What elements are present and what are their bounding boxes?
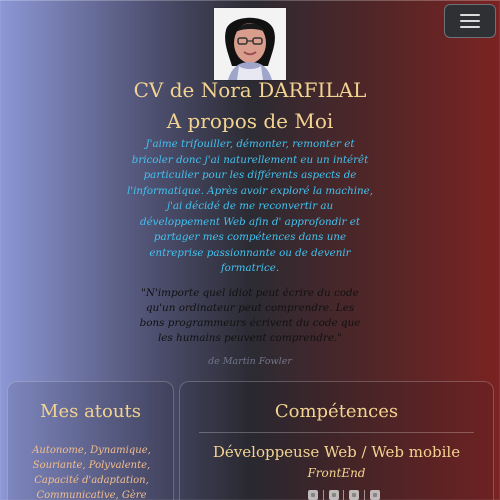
quote-text: "N'importe quel idiot peut écrire du cod… (139, 287, 361, 344)
about-description: J'aime trifouiller, démonter, remonter e… (127, 138, 373, 274)
css-icon (328, 490, 339, 500)
page-title: CV de Nora DARFILAL (133, 78, 367, 102)
skills-divider (199, 432, 474, 433)
quote-author: de Martin Fowler (208, 356, 292, 367)
javascript-icon (349, 490, 360, 500)
skills-separator (343, 490, 345, 500)
profile-photo (214, 8, 286, 80)
hamburger-menu-icon (460, 14, 480, 28)
role-title: Développeuse Web / Web mobile (212, 443, 461, 461)
assets-title: Mes atouts (40, 401, 141, 422)
assets-card: Mes atouts Autonome, Dynamique, Souriant… (7, 381, 174, 500)
php-icon (369, 490, 380, 500)
skills-separator (364, 490, 366, 500)
skills-icons-row (308, 490, 380, 500)
html-icon (308, 490, 318, 500)
assets-text: Autonome, Dynamique, Souriante, Polyvale… (32, 445, 151, 500)
about-title: A propos de Moi (166, 109, 334, 133)
frontend-title: FrontEnd (307, 466, 366, 480)
profile-photo-icon (214, 8, 286, 80)
top-border (0, 0, 500, 1)
skills-title: Compétences (274, 401, 399, 422)
skills-separator (322, 490, 324, 500)
skills-card: Compétences Développeuse Web / Web mobil… (179, 381, 494, 500)
menu-button[interactable] (444, 4, 496, 38)
